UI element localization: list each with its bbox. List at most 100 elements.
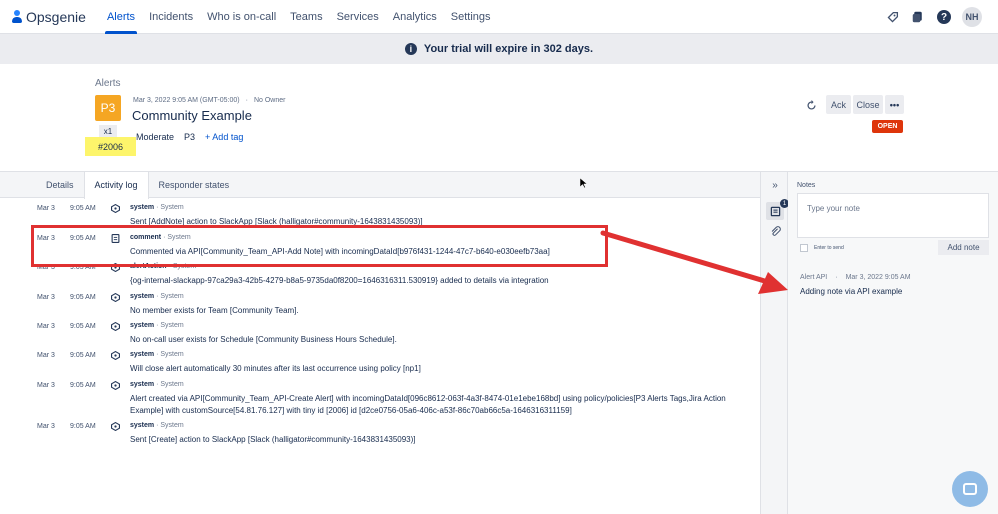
- note-separator: ·: [835, 274, 838, 281]
- help-icon[interactable]: ?: [936, 9, 952, 25]
- tab-activity-log[interactable]: Activity log: [83, 171, 149, 199]
- chat-widget-icon[interactable]: [952, 471, 988, 507]
- comment-icon: [111, 234, 120, 243]
- nav-services[interactable]: Services: [330, 0, 386, 34]
- log-via: System: [160, 322, 184, 329]
- log-via: System: [167, 234, 191, 241]
- log-message: Sent [AddNote] action to SlackApp [Slack…: [130, 217, 423, 226]
- log-source: system · System: [130, 293, 184, 300]
- log-time: 9:05 AM: [70, 235, 96, 242]
- log-source: comment · System: [130, 234, 191, 241]
- user-avatar[interactable]: NH: [962, 7, 982, 27]
- log-source: alertAction · System: [130, 263, 196, 270]
- log-date: Mar 3: [37, 294, 55, 301]
- note-time: Mar 3, 2022 9:05 AM: [845, 274, 911, 281]
- log-actor: system: [130, 293, 155, 300]
- owner[interactable]: No Owner: [254, 97, 286, 104]
- info-icon: i: [404, 43, 417, 55]
- log-via: System: [160, 204, 184, 211]
- tab-responder-states[interactable]: Responder states: [149, 172, 240, 198]
- log-actor: system: [130, 381, 155, 388]
- refresh-icon[interactable]: [804, 98, 818, 112]
- created-date: Mar 3, 2022 9:05 AM (GMT-05:00): [133, 97, 240, 104]
- log-date: Mar 3: [37, 205, 55, 212]
- log-actor: alertAction: [130, 263, 167, 270]
- log-time: 9:05 AM: [70, 264, 96, 271]
- app-name: Opsgenie: [26, 8, 86, 25]
- close-button[interactable]: Close: [853, 95, 883, 114]
- opsgenie-logo-icon: [12, 9, 22, 24]
- more-actions-button[interactable]: •••: [885, 95, 904, 114]
- priority-tag: P3: [184, 132, 196, 142]
- ack-button[interactable]: Ack: [826, 95, 851, 114]
- annotation-arrow: [600, 230, 788, 294]
- opsgenie-logo[interactable]: Opsgenie: [12, 9, 86, 25]
- nav-incidents[interactable]: Incidents: [142, 0, 200, 34]
- log-via: System: [160, 293, 184, 300]
- system-icon: [111, 351, 120, 360]
- collapse-icon[interactable]: »: [768, 178, 782, 192]
- tab-bar: Details Activity log Responder states: [0, 171, 760, 199]
- tiny-id: #2006: [85, 137, 136, 156]
- log-date: Mar 3: [37, 352, 55, 359]
- log-separator: ·: [156, 293, 159, 300]
- nav-alerts[interactable]: Alerts: [100, 0, 142, 34]
- alert-tags: Moderate P3 + Add tag: [136, 132, 243, 142]
- system-icon: [111, 422, 120, 431]
- log-source: system · System: [130, 322, 184, 329]
- log-time: 9:05 AM: [70, 205, 96, 212]
- alert-meta: Mar 3, 2022 9:05 AM (GMT-05:00) · No Own…: [133, 97, 285, 104]
- log-date: Mar 3: [37, 264, 55, 271]
- nav-who-is-on-call[interactable]: Who is on-call: [200, 0, 283, 34]
- note-meta: Alert API · Mar 3, 2022 9:05 AM: [800, 274, 911, 281]
- nav-settings[interactable]: Settings: [444, 0, 498, 34]
- status-badge: OPEN: [872, 120, 903, 133]
- system-icon: [111, 322, 120, 331]
- add-tag-button[interactable]: + Add tag: [205, 132, 243, 142]
- log-time: 9:05 AM: [70, 352, 96, 359]
- tab-details[interactable]: Details: [36, 172, 84, 198]
- system-icon: [111, 381, 120, 390]
- nav-analytics[interactable]: Analytics: [386, 0, 444, 34]
- notes-icon[interactable]: 1: [766, 199, 789, 220]
- system-icon: [111, 263, 120, 272]
- log-separator: ·: [156, 204, 159, 211]
- log-source: system · System: [130, 422, 184, 429]
- log-time: 9:05 AM: [70, 423, 96, 430]
- log-date: Mar 3: [37, 382, 55, 389]
- log-date: Mar 3: [37, 323, 55, 330]
- log-via: System: [172, 263, 197, 270]
- log-separator: ·: [168, 263, 171, 270]
- app-switcher-icon[interactable]: [910, 9, 926, 25]
- log-actor: system: [130, 204, 155, 211]
- top-navigation: Opsgenie Alerts Incidents Who is on-call…: [0, 0, 998, 34]
- system-icon: [111, 293, 120, 302]
- log-actor: comment: [130, 234, 162, 241]
- rocket-icon[interactable]: [884, 9, 900, 25]
- notes-pane: Notes Type your note Enter to send Add n…: [788, 172, 998, 514]
- log-time: 9:05 AM: [70, 382, 96, 389]
- log-via: System: [160, 422, 184, 429]
- log-message: Will close alert automatically 30 minute…: [130, 364, 421, 373]
- meta-separator: ·: [245, 97, 248, 104]
- log-actor: system: [130, 351, 155, 358]
- notes-label: Notes: [797, 182, 816, 189]
- log-date: Mar 3: [37, 235, 55, 242]
- log-separator: ·: [163, 234, 166, 241]
- log-source: system · System: [130, 204, 184, 211]
- nav-teams[interactable]: Teams: [283, 0, 329, 34]
- log-message: No on-call user exists for Schedule [Com…: [130, 335, 397, 344]
- severity-tag: Moderate: [136, 132, 175, 142]
- log-actor: system: [130, 422, 155, 429]
- log-via: System: [160, 381, 184, 388]
- log-separator: ·: [156, 351, 159, 358]
- breadcrumb[interactable]: Alerts: [95, 78, 121, 89]
- add-note-button[interactable]: Add note: [938, 240, 989, 255]
- log-time: 9:05 AM: [70, 294, 96, 301]
- enter-to-send-label: Enter to send: [814, 245, 844, 251]
- note-author: Alert API: [800, 274, 828, 281]
- note-text: Adding note via API example: [800, 287, 903, 296]
- note-input[interactable]: Type your note: [797, 193, 989, 238]
- enter-to-send-checkbox[interactable]: [800, 244, 808, 252]
- log-via: System: [160, 351, 184, 358]
